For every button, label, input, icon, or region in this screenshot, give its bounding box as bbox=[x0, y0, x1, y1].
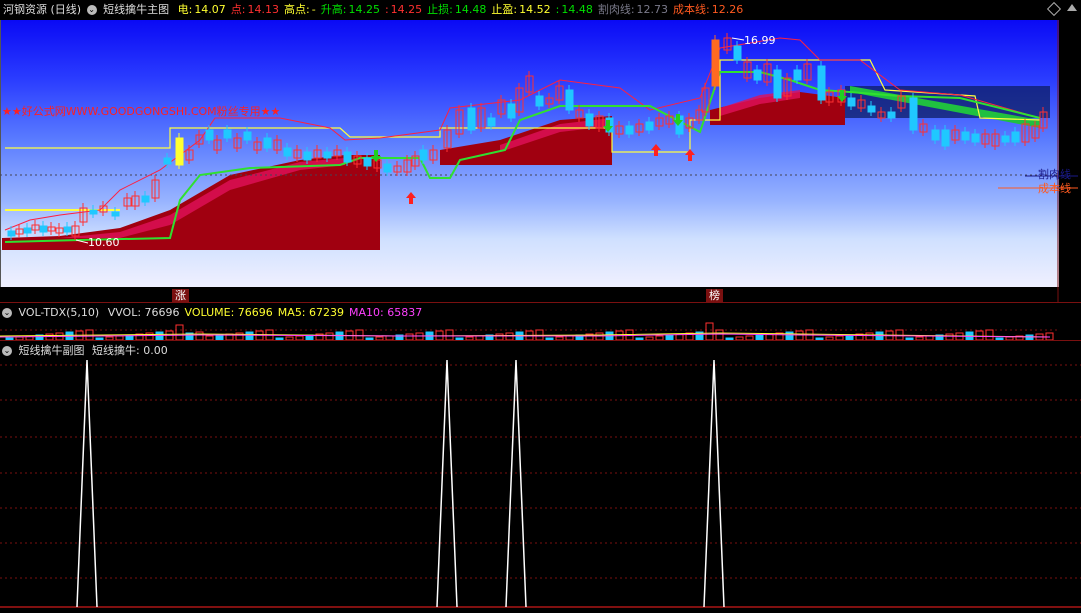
sub-spike bbox=[703, 359, 725, 608]
sub-spike bbox=[436, 359, 458, 608]
sub-indicator-chart bbox=[0, 359, 1081, 608]
sub-spike bbox=[76, 359, 98, 608]
sub-spike bbox=[505, 359, 527, 608]
